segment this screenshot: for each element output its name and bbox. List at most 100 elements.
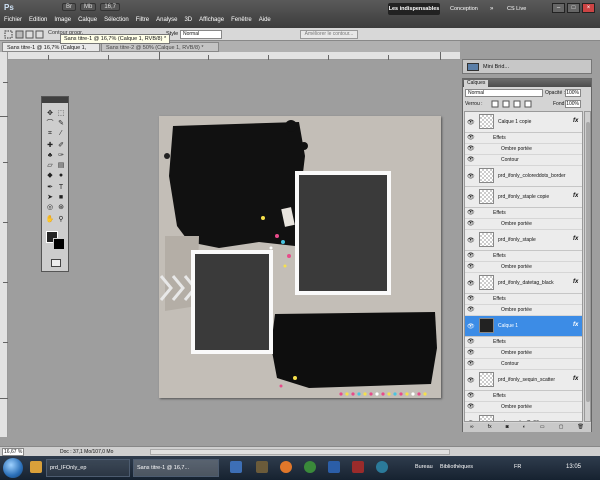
quick-mask-icon[interactable] bbox=[51, 259, 61, 267]
lasso-tool-icon[interactable]: ⌒ bbox=[45, 119, 55, 128]
quick-selection-tool-icon[interactable]: ✎ bbox=[56, 119, 66, 128]
refine-edge-button[interactable]: Améliorer le contour... bbox=[300, 30, 358, 39]
tab-calques[interactable]: Calques bbox=[464, 80, 489, 87]
background-color-swatch[interactable] bbox=[53, 238, 65, 250]
history-brush-tool-icon[interactable]: ✑ bbox=[56, 151, 66, 160]
effect-row[interactable]: 👁 Contour bbox=[465, 155, 582, 166]
effect-row[interactable]: 👁 Ombre portée bbox=[465, 219, 582, 230]
pen-tool-icon[interactable]: ✒ bbox=[45, 183, 55, 192]
cs-live-button[interactable]: CS Live bbox=[507, 3, 526, 15]
layer-row[interactable]: 👁 Calque 1 copie fx bbox=[465, 112, 582, 133]
visibility-eye-icon[interactable]: 👁 bbox=[467, 323, 475, 330]
layer-row[interactable]: 👁 prd_ifonly_coloreddots_border bbox=[465, 166, 582, 187]
effect-row[interactable]: 👁 Ombre portée bbox=[465, 144, 582, 155]
blur-tool-icon[interactable]: ◆ bbox=[45, 171, 55, 180]
close-icon[interactable]: × bbox=[582, 3, 595, 13]
layer-fx-icon[interactable]: fx bbox=[573, 322, 578, 328]
workspace-more-icon[interactable]: » bbox=[490, 3, 493, 15]
menu-filtre[interactable]: Filtre bbox=[136, 17, 149, 23]
effect-row[interactable]: 👁 Ombre portée bbox=[465, 402, 582, 413]
dodge-tool-icon[interactable]: ● bbox=[56, 171, 66, 180]
workspace-conception-button[interactable]: Conception bbox=[450, 3, 478, 15]
visibility-eye-icon[interactable]: 👁 bbox=[467, 420, 475, 421]
zoom-level-button[interactable]: 16,7 bbox=[100, 3, 121, 11]
start-button[interactable] bbox=[3, 458, 23, 478]
document-size-info[interactable]: Doc : 37,1 Mo/107,0 Mo bbox=[60, 449, 113, 455]
style-select[interactable]: Normal bbox=[180, 30, 222, 39]
visibility-eye-icon[interactable]: 👁 bbox=[467, 173, 475, 180]
crop-tool-icon[interactable]: ⌗ bbox=[45, 129, 55, 138]
effect-visibility-eye-icon[interactable]: 👁 bbox=[467, 337, 475, 348]
effect-row[interactable]: 👁 Ombre portée bbox=[465, 262, 582, 273]
menu-fenetre[interactable]: Fenêtre bbox=[231, 17, 252, 23]
effect-visibility-eye-icon[interactable]: 👁 bbox=[467, 251, 475, 262]
visibility-eye-icon[interactable]: 👁 bbox=[467, 237, 475, 244]
horizontal-scrollbar[interactable] bbox=[150, 449, 450, 455]
effect-row[interactable]: 👁 Ombre portée bbox=[465, 348, 582, 359]
app-icon[interactable] bbox=[352, 461, 364, 473]
folder-taskbar-icon[interactable] bbox=[256, 461, 268, 473]
lock-icons[interactable] bbox=[491, 100, 541, 108]
zoom-tool-icon[interactable]: ⚲ bbox=[56, 215, 66, 224]
ruler-horizontal[interactable] bbox=[8, 52, 460, 60]
word-icon[interactable] bbox=[328, 461, 340, 473]
type-tool-icon[interactable]: T bbox=[56, 183, 66, 192]
brush-tool-icon[interactable]: ✐ bbox=[56, 141, 66, 150]
zoom-input[interactable]: 16,67 % bbox=[2, 448, 24, 456]
effect-row[interactable]: 👁 Contour bbox=[465, 359, 582, 370]
layer-fx-icon[interactable]: fx bbox=[573, 236, 578, 242]
path-selection-tool-icon[interactable]: ➤ bbox=[45, 193, 55, 202]
layer-fx-icon[interactable]: fx bbox=[573, 376, 578, 382]
explorer-icon[interactable] bbox=[30, 461, 42, 473]
workspace-essentials-button[interactable]: Les indispensables bbox=[388, 3, 440, 15]
gradient-tool-icon[interactable]: ▤ bbox=[56, 161, 66, 170]
layer-fx-icon[interactable]: fx bbox=[573, 118, 578, 124]
minimize-icon[interactable]: – bbox=[552, 3, 565, 13]
ruler-vertical[interactable] bbox=[0, 52, 8, 437]
bridge-button[interactable]: Br bbox=[62, 3, 76, 11]
tools-panel-header[interactable] bbox=[42, 97, 68, 103]
effects-group-row[interactable]: 👁 Effets bbox=[465, 133, 582, 144]
trash-icon[interactable]: 🗑 bbox=[578, 423, 584, 432]
effect-visibility-eye-icon[interactable]: 👁 bbox=[467, 262, 475, 273]
effect-row[interactable]: 👁 Ombre portée bbox=[465, 305, 582, 316]
effect-visibility-eye-icon[interactable]: 👁 bbox=[467, 294, 475, 305]
firefox-icon[interactable] bbox=[280, 461, 292, 473]
taskbar-window-photoshop[interactable]: Sans titre-1 @ 16,7... bbox=[133, 459, 219, 477]
selection-mode-icons[interactable] bbox=[2, 28, 46, 41]
effect-visibility-eye-icon[interactable]: 👁 bbox=[467, 219, 475, 230]
mini-bridge-panel[interactable]: Mini Brid... bbox=[462, 59, 592, 74]
layer-row[interactable]: 👁 prd_ifonly_sequin_scatter fx bbox=[465, 370, 582, 391]
move-tool-icon[interactable]: ✥ bbox=[45, 109, 55, 118]
hand-tool-icon[interactable]: ✋ bbox=[45, 215, 55, 224]
3d-orbit-tool-icon[interactable]: ⊛ bbox=[56, 203, 66, 212]
layer-row[interactable]: 👁 prd_gesoitvol2_06 bbox=[465, 413, 582, 421]
menu-affichage[interactable]: Affichage bbox=[199, 17, 224, 23]
layer-row[interactable]: 👁 Calque 1 fx bbox=[465, 316, 582, 337]
taskbar-window-folder[interactable]: prd_IFOnly_ep bbox=[46, 459, 130, 477]
taskbar-bibliotheques[interactable]: Bibliothèques bbox=[440, 464, 473, 470]
photoshop-taskbar-icon[interactable] bbox=[230, 461, 242, 473]
effect-visibility-eye-icon[interactable]: 👁 bbox=[467, 348, 475, 359]
maximize-icon[interactable]: □ bbox=[567, 3, 580, 13]
layer-list-scrollbar[interactable] bbox=[584, 111, 591, 422]
menu-3d[interactable]: 3D bbox=[184, 17, 192, 23]
system-clock[interactable]: 13:05 bbox=[566, 464, 581, 470]
fx-icon[interactable]: fx bbox=[488, 423, 492, 432]
effect-visibility-eye-icon[interactable]: 👁 bbox=[467, 133, 475, 144]
clone-stamp-tool-icon[interactable]: ♣ bbox=[45, 151, 55, 160]
effects-group-row[interactable]: 👁 Effets bbox=[465, 208, 582, 219]
eraser-tool-icon[interactable]: ▱ bbox=[45, 161, 55, 170]
taskbar-bureau[interactable]: Bureau bbox=[415, 464, 433, 470]
layer-row[interactable]: 👁 prd_ifonly_datetag_black fx bbox=[465, 273, 582, 294]
link-icon[interactable]: ∞ bbox=[470, 423, 474, 432]
layer-row[interactable]: 👁 prd_ifonly_staple fx bbox=[465, 230, 582, 251]
effects-group-row[interactable]: 👁 Effets bbox=[465, 391, 582, 402]
menu-fichier[interactable]: Fichier bbox=[4, 17, 22, 23]
effects-group-row[interactable]: 👁 Effets bbox=[465, 294, 582, 305]
effect-visibility-eye-icon[interactable]: 👁 bbox=[467, 402, 475, 413]
visibility-eye-icon[interactable]: 👁 bbox=[467, 377, 475, 384]
new-layer-icon[interactable]: ▢ bbox=[559, 423, 564, 432]
messenger-icon[interactable] bbox=[376, 461, 388, 473]
minibridge-button[interactable]: Mb bbox=[80, 3, 97, 11]
